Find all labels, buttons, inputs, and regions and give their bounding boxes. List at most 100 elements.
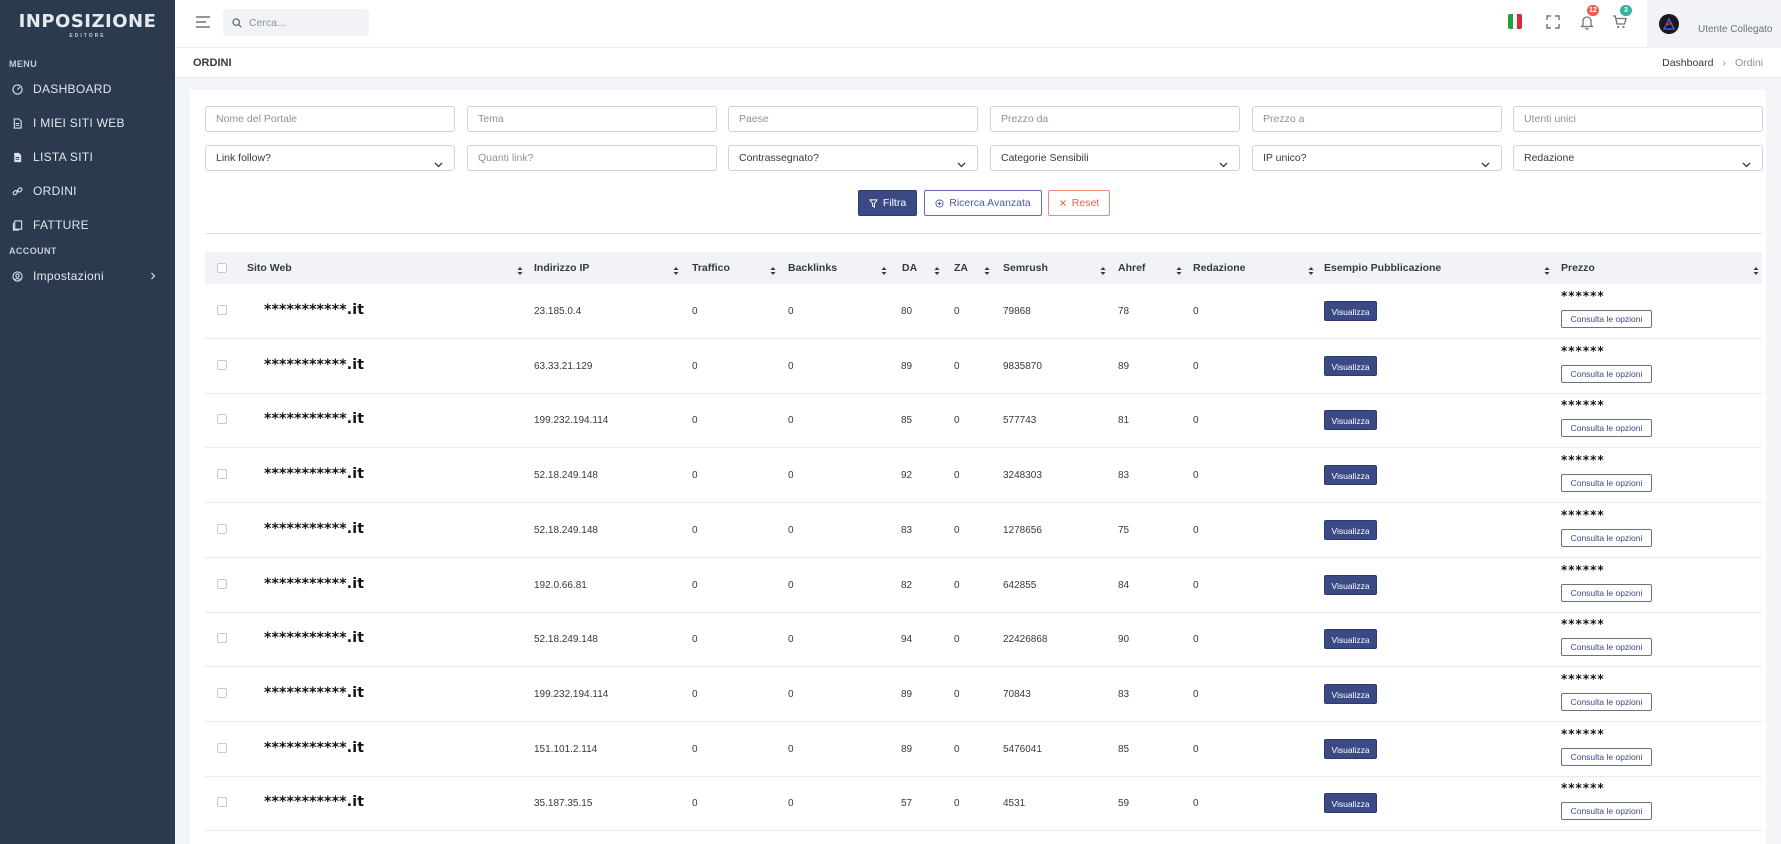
row-checkbox[interactable] xyxy=(217,742,227,753)
site-name[interactable]: ***********.it xyxy=(264,685,364,701)
site-name[interactable]: ***********.it xyxy=(264,630,364,646)
sort-icon[interactable] xyxy=(934,263,940,275)
view-example-button[interactable]: Visualizza xyxy=(1324,301,1377,321)
sidebar-item-site-list[interactable]: LISTA SITI xyxy=(0,140,175,174)
options-button[interactable]: Consulta le opzioni xyxy=(1561,638,1652,657)
filter-select[interactable]: Link follow? xyxy=(205,145,455,171)
sidebar-item-invoices[interactable]: FATTURE xyxy=(0,208,175,242)
sort-icon[interactable] xyxy=(1100,263,1106,275)
filter-select[interactable]: Redazione xyxy=(1513,145,1763,171)
column-header[interactable]: Esempio Pubblicazione xyxy=(1324,252,1441,284)
site-name[interactable]: ***********.it xyxy=(264,411,364,427)
view-example-button[interactable]: Visualizza xyxy=(1324,793,1377,814)
column-header[interactable]: Sito Web xyxy=(247,252,292,284)
view-example-button[interactable]: Visualizza xyxy=(1324,738,1377,759)
view-example-button[interactable]: Visualizza xyxy=(1324,574,1377,595)
row-checkbox[interactable] xyxy=(217,305,227,315)
view-example-button[interactable]: Visualizza xyxy=(1324,465,1377,486)
column-header[interactable]: ZA xyxy=(954,252,968,284)
filter-select[interactable]: Categorie Sensibili xyxy=(990,145,1240,171)
sort-icon[interactable] xyxy=(1544,263,1550,275)
site-name[interactable]: ***********.it xyxy=(264,794,364,810)
menu-toggle-icon[interactable] xyxy=(195,15,211,29)
sidebar-item-settings[interactable]: Impostazioni xyxy=(0,259,175,293)
options-button[interactable]: Consulta le opzioni xyxy=(1561,528,1652,547)
view-example-button[interactable]: Visualizza xyxy=(1324,629,1377,650)
breadcrumb-current: Ordini xyxy=(1734,57,1763,69)
column-header[interactable]: Traffico xyxy=(692,252,730,284)
options-button[interactable]: Consulta le opzioni xyxy=(1561,310,1652,328)
user-menu[interactable]: Utente Collegato xyxy=(1647,0,1781,48)
filter-field[interactable]: Utenti unici xyxy=(1513,106,1763,132)
row-checkbox[interactable] xyxy=(217,414,227,425)
options-button[interactable]: Consulta le opzioni xyxy=(1561,364,1652,383)
sort-icon[interactable] xyxy=(1176,263,1182,275)
sort-icon[interactable] xyxy=(881,263,887,275)
fullscreen-icon[interactable] xyxy=(1545,14,1561,30)
sort-icon[interactable] xyxy=(1308,263,1314,275)
view-example-button[interactable]: Visualizza xyxy=(1324,519,1377,540)
reset-button[interactable]: Reset xyxy=(1048,190,1110,216)
da-value: 89 xyxy=(901,688,913,700)
options-button[interactable]: Consulta le opzioni xyxy=(1561,802,1652,821)
site-name[interactable]: ***********.it xyxy=(264,740,364,756)
filter-select[interactable]: Contrassegnato? xyxy=(728,145,978,171)
filter-field[interactable]: Quanti link? xyxy=(467,145,717,171)
filter-button[interactable]: Filtra xyxy=(858,190,917,216)
reset-button-label: Reset xyxy=(1071,197,1100,209)
column-header[interactable]: Ahref xyxy=(1118,252,1145,284)
site-name[interactable]: ***********.it xyxy=(264,357,364,373)
sidebar-item-dashboard[interactable]: DASHBOARD xyxy=(0,72,175,106)
row-checkbox[interactable] xyxy=(217,469,227,480)
view-example-button[interactable]: Visualizza xyxy=(1324,355,1377,376)
options-button[interactable]: Consulta le opzioni xyxy=(1561,747,1652,766)
table-row: ***********.it 63.33.21.129 0 0 89 0 983… xyxy=(205,339,1762,394)
search-input[interactable]: Cerca... xyxy=(223,9,369,36)
breadcrumb-dashboard[interactable]: Dashboard xyxy=(1662,57,1713,69)
view-example-button[interactable]: Visualizza xyxy=(1324,683,1377,704)
column-header[interactable]: Indirizzo IP xyxy=(534,252,589,284)
ahref-value: 81 xyxy=(1118,415,1130,427)
column-header[interactable]: Prezzo xyxy=(1561,252,1595,284)
options-button[interactable]: Consulta le opzioni xyxy=(1561,692,1652,711)
sort-icon[interactable] xyxy=(673,263,679,275)
italian-flag-icon[interactable] xyxy=(1508,14,1522,29)
filter-field[interactable]: Prezzo da xyxy=(990,106,1240,132)
column-header[interactable]: Redazione xyxy=(1193,252,1246,284)
row-checkbox[interactable] xyxy=(217,797,227,808)
options-button[interactable]: Consulta le opzioni xyxy=(1561,583,1652,602)
row-checkbox[interactable] xyxy=(217,523,227,534)
site-name[interactable]: ***********.it xyxy=(264,521,364,537)
column-header[interactable]: Semrush xyxy=(1003,252,1048,284)
options-button[interactable]: Consulta le opzioni xyxy=(1561,419,1652,438)
filter-field[interactable]: Tema xyxy=(467,106,717,132)
row-checkbox[interactable] xyxy=(217,633,227,644)
cart-icon[interactable] xyxy=(1612,14,1628,30)
row-checkbox[interactable] xyxy=(217,687,227,698)
brand-logo[interactable]: INPOSIZIONE EDITORE xyxy=(0,0,175,48)
filter-select[interactable]: IP unico? xyxy=(1252,145,1502,171)
advanced-search-button[interactable]: Ricerca Avanzata xyxy=(924,190,1042,216)
bell-icon[interactable] xyxy=(1579,14,1595,30)
sort-icon[interactable] xyxy=(984,263,990,275)
site-name[interactable]: ***********.it xyxy=(264,466,364,482)
sidebar: INPOSIZIONE EDITORE MENU DASHBOARD I MIE… xyxy=(0,0,175,844)
sort-icon[interactable] xyxy=(770,263,776,275)
sidebar-item-my-sites[interactable]: I MIEI SITI WEB xyxy=(0,106,175,140)
filter-field[interactable]: Prezzo a xyxy=(1252,106,1502,132)
row-checkbox[interactable] xyxy=(217,578,227,589)
filter-field[interactable]: Nome del Portale xyxy=(205,106,455,132)
row-checkbox[interactable] xyxy=(217,359,227,370)
column-header[interactable]: Backlinks xyxy=(788,252,837,284)
sort-icon[interactable] xyxy=(517,263,523,275)
column-header[interactable]: DA xyxy=(902,252,917,284)
filter-field[interactable]: Paese xyxy=(728,106,978,132)
view-example-button[interactable]: Visualizza xyxy=(1324,410,1377,431)
sidebar-item-orders[interactable]: ORDINI xyxy=(0,174,175,208)
site-name[interactable]: ***********.it xyxy=(264,302,364,318)
site-name[interactable]: ***********.it xyxy=(264,576,364,592)
options-button[interactable]: Consulta le opzioni xyxy=(1561,474,1652,493)
select-all-checkbox[interactable] xyxy=(217,263,227,273)
sort-icon[interactable] xyxy=(1753,263,1759,275)
brand-name: INPOSIZIONE xyxy=(18,11,157,32)
